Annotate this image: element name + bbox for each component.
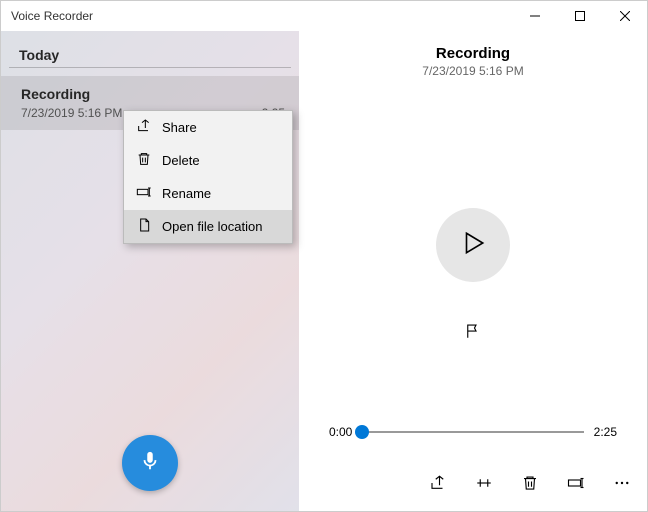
recording-item-title: Recording <box>21 86 285 102</box>
context-menu-share[interactable]: Share <box>124 111 292 144</box>
context-menu-rename[interactable]: Rename <box>124 177 292 210</box>
share-button[interactable] <box>429 474 447 497</box>
context-menu-label: Share <box>162 120 197 135</box>
section-header-today: Today <box>9 31 291 68</box>
page-subtitle: 7/23/2019 5:16 PM <box>422 64 523 78</box>
more-button[interactable] <box>613 474 631 497</box>
flag-icon <box>464 327 482 344</box>
context-menu-label: Delete <box>162 153 200 168</box>
maximize-button[interactable] <box>557 1 602 31</box>
microphone-icon <box>139 450 161 477</box>
play-button[interactable] <box>436 208 510 282</box>
rename-icon <box>136 184 152 203</box>
page-title: Recording <box>422 45 523 62</box>
timeline: 0:00 2:25 <box>329 425 617 439</box>
context-menu-label: Rename <box>162 186 211 201</box>
trash-icon <box>136 151 152 170</box>
context-menu-label: Open file location <box>162 219 262 234</box>
context-menu: Share Delete Rename Open file location <box>123 110 293 244</box>
seek-thumb[interactable] <box>355 425 369 439</box>
delete-button[interactable] <box>521 474 539 497</box>
share-icon <box>429 479 447 496</box>
sidebar: Today Recording 7/23/2019 5:16 PM 2:25 <box>1 31 299 511</box>
marker-button[interactable] <box>464 322 482 345</box>
rename-button[interactable] <box>567 474 585 497</box>
seek-slider[interactable] <box>362 431 583 433</box>
time-start: 0:00 <box>329 425 352 439</box>
trim-icon <box>475 479 493 496</box>
close-button[interactable] <box>602 1 647 31</box>
bottom-toolbar <box>429 474 631 497</box>
rename-icon <box>567 479 585 496</box>
share-icon <box>136 118 152 137</box>
context-menu-delete[interactable]: Delete <box>124 144 292 177</box>
recording-item-date: 7/23/2019 5:16 PM <box>21 106 122 120</box>
time-end: 2:25 <box>594 425 617 439</box>
trim-button[interactable] <box>475 474 493 497</box>
ellipsis-icon <box>613 479 631 496</box>
main-panel: Recording 7/23/2019 5:16 PM 0:00 2:25 <box>299 31 647 511</box>
titlebar: Voice Recorder <box>1 1 647 31</box>
minimize-button[interactable] <box>512 1 557 31</box>
context-menu-open-location[interactable]: Open file location <box>124 210 292 243</box>
window-title: Voice Recorder <box>1 9 512 23</box>
file-icon <box>136 217 152 236</box>
record-button[interactable] <box>122 435 178 491</box>
play-icon <box>460 230 486 261</box>
trash-icon <box>521 479 539 496</box>
